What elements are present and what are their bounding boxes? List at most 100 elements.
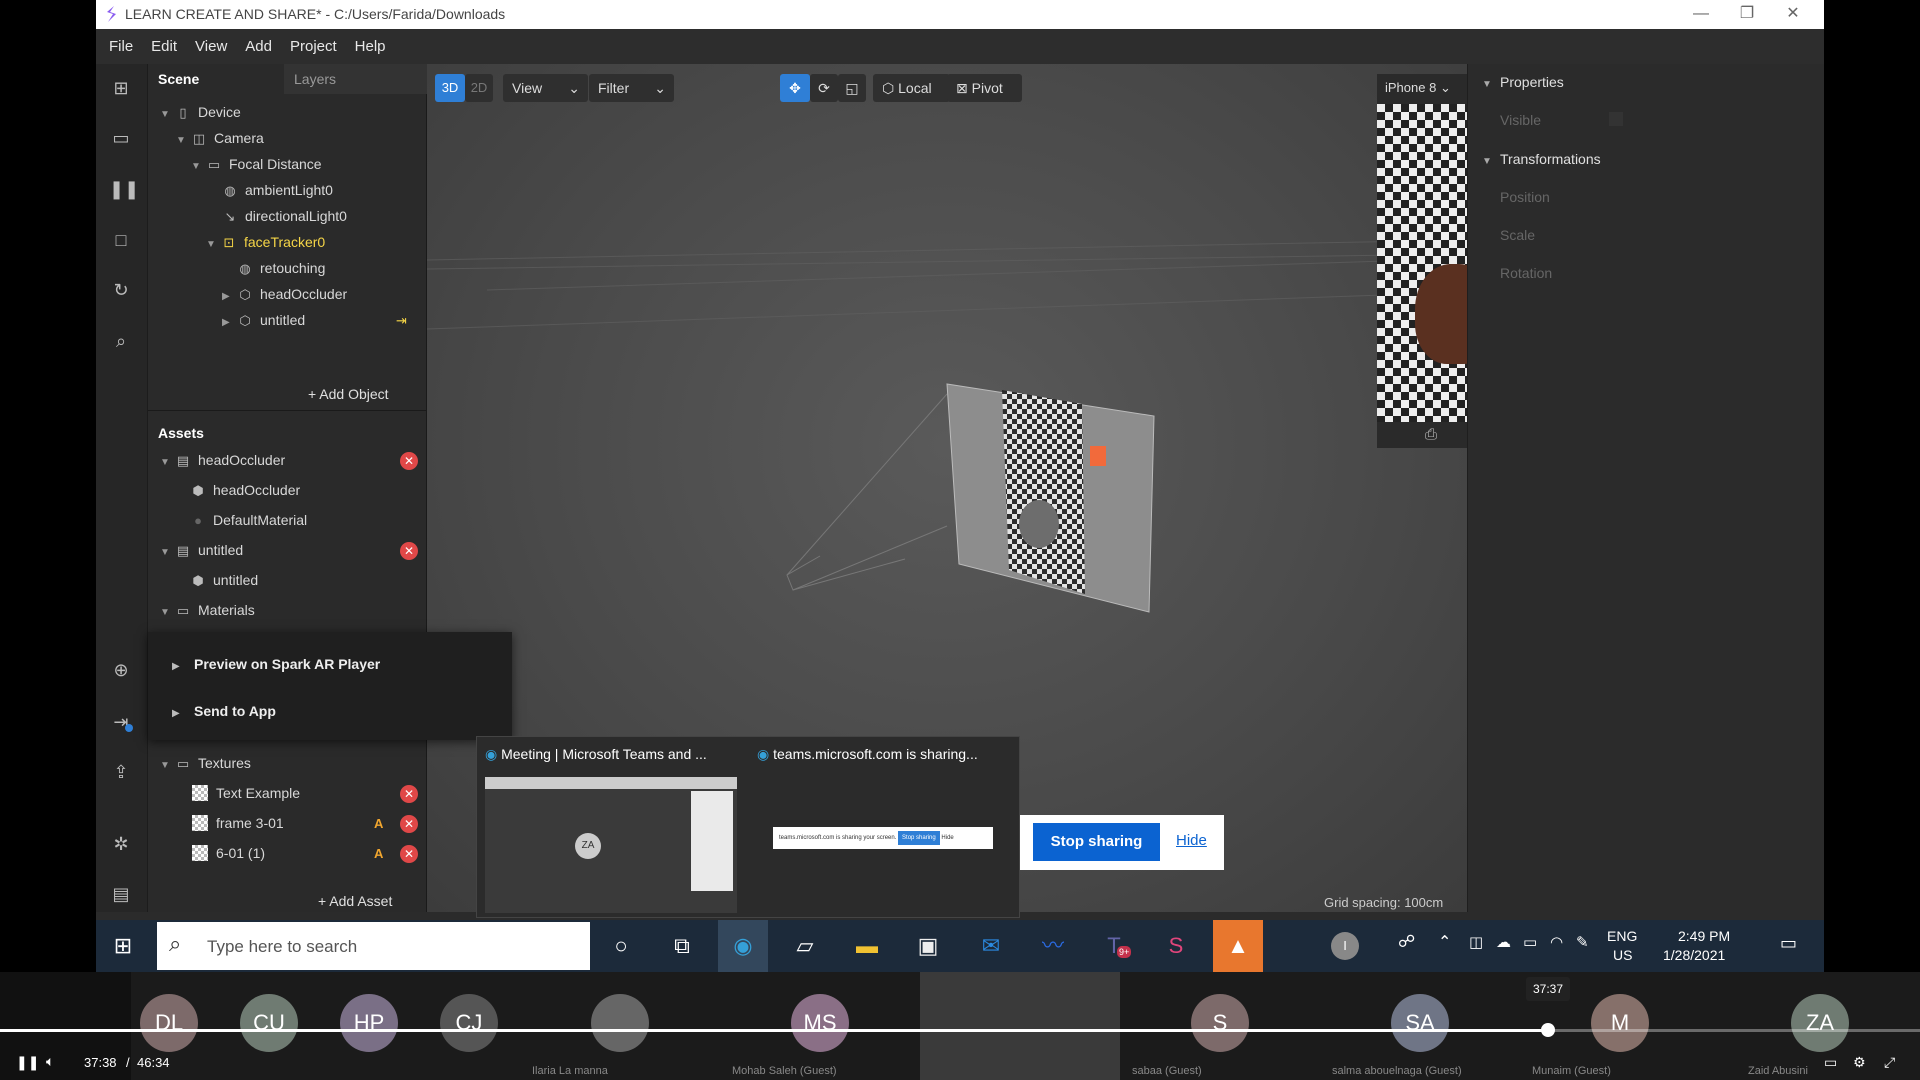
- tab-layers[interactable]: Layers: [284, 64, 437, 94]
- menu-file[interactable]: File: [100, 29, 142, 64]
- tree-item-ambient-light[interactable]: ◍ ambientLight0: [221, 177, 333, 203]
- search-icon[interactable]: ⌕: [109, 329, 133, 353]
- menu-help[interactable]: Help: [346, 29, 395, 64]
- menu-item-preview-spark-ar-player[interactable]: ▶ Preview on Spark AR Player: [172, 656, 380, 672]
- stop-icon[interactable]: □: [109, 228, 133, 252]
- tree-item-untitled[interactable]: ▶ ⬡ untitled: [222, 307, 305, 333]
- volume-icon[interactable]: 🔈︎: [46, 1053, 54, 1070]
- chevron-up-icon[interactable]: ⌃: [1438, 932, 1451, 952]
- remove-icon[interactable]: ✕: [400, 815, 418, 833]
- fullscreen-icon[interactable]: ⤢: [1884, 1054, 1895, 1071]
- mail-icon[interactable]: ✉: [966, 920, 1016, 972]
- participant-tile[interactable]: CU: [231, 972, 331, 1080]
- asset-item-untitled[interactable]: ▼ ▤ untitled: [160, 537, 243, 563]
- remove-icon[interactable]: ✕: [400, 542, 418, 560]
- minimize-icon[interactable]: —: [1678, 0, 1724, 29]
- layout-icon[interactable]: ⊞: [109, 76, 133, 100]
- tree-item-retouching[interactable]: ◍ retouching: [236, 255, 325, 281]
- windows-start-icon[interactable]: ⊞: [98, 920, 148, 972]
- close-icon[interactable]: ✕: [1770, 0, 1816, 29]
- transformations-header[interactable]: ▼ Transformations: [1482, 151, 1601, 167]
- add-asset-button[interactable]: + Add Asset: [318, 893, 392, 909]
- import-icon[interactable]: ⊕: [109, 658, 133, 682]
- settings-icon[interactable]: ⚙: [1853, 1054, 1866, 1071]
- store-icon[interactable]: ▣: [903, 920, 953, 972]
- bug-icon[interactable]: ✲: [109, 832, 133, 856]
- menu-project[interactable]: Project: [281, 29, 346, 64]
- participant-tile[interactable]: S sabaa (Guest): [1120, 972, 1320, 1080]
- thumbnail-title-sharing[interactable]: ◉ teams.microsoft.com is sharing...: [757, 746, 978, 763]
- video-progress-bar[interactable]: [0, 1023, 1920, 1037]
- onedrive-icon[interactable]: ☁: [1496, 933, 1511, 951]
- people-icon[interactable]: ☍: [1398, 932, 1415, 952]
- texture-item[interactable]: 6-01 (1): [192, 840, 265, 866]
- tree-item-face-tracker[interactable]: ▼ ⊡ faceTracker0: [206, 229, 325, 255]
- clock-time[interactable]: 2:49 PM: [1678, 928, 1730, 944]
- asset-item-textures[interactable]: ▼ ▭ Textures: [160, 750, 251, 776]
- device-selector[interactable]: iPhone 8 ⌄: [1385, 80, 1451, 96]
- stop-sharing-button[interactable]: Stop sharing: [1033, 823, 1160, 861]
- asset-item-head-occluder[interactable]: ▼ ▤ headOccluder: [160, 447, 285, 473]
- test-on-device-icon[interactable]: ⇥: [109, 710, 133, 734]
- cortana-icon[interactable]: ○: [596, 920, 646, 972]
- restart-icon[interactable]: ↻: [109, 278, 133, 302]
- menu-edit[interactable]: Edit: [142, 29, 186, 64]
- whiteboard-app-icon[interactable]: 〰: [1028, 920, 1078, 972]
- participant-tile[interactable]: SA salma abouelnaga (Guest): [1320, 972, 1520, 1080]
- region-label[interactable]: US: [1613, 947, 1632, 963]
- meet-now-icon[interactable]: ◫: [1469, 933, 1483, 951]
- participant-tile[interactable]: Ilaria La manna: [520, 972, 720, 1080]
- thumbnail-preview-teams[interactable]: ZA: [485, 777, 737, 913]
- language-label[interactable]: ENG: [1607, 928, 1637, 944]
- pen-icon[interactable]: ✎: [1576, 933, 1589, 951]
- tree-item-device[interactable]: ▼ ▯ Device: [160, 99, 241, 125]
- tree-item-camera[interactable]: ▼ ◫ Camera: [176, 125, 264, 151]
- upload-icon[interactable]: ⇪: [109, 760, 133, 784]
- thumbnail-title-teams[interactable]: ◉ Meeting | Microsoft Teams and ...: [485, 746, 707, 763]
- spark-ar-icon[interactable]: S: [1151, 920, 1201, 972]
- captions-icon[interactable]: ▭: [1824, 1054, 1837, 1071]
- pause-icon[interactable]: ❚❚: [16, 1054, 39, 1071]
- thumbnail-preview-sharing[interactable]: teams.microsoft.com is sharing your scre…: [773, 827, 993, 849]
- remove-icon[interactable]: ✕: [400, 452, 418, 470]
- pause-icon[interactable]: ❚❚: [109, 177, 139, 201]
- participant-tile[interactable]: CJ: [431, 972, 531, 1080]
- participant-tile[interactable]: HP: [331, 972, 431, 1080]
- asset-item-materials[interactable]: ▼ ▭ Materials: [160, 597, 255, 623]
- photos-icon[interactable]: ▲: [1213, 920, 1263, 972]
- teams-icon[interactable]: T 9+: [1089, 920, 1139, 972]
- menu-add[interactable]: Add: [236, 29, 281, 64]
- file-explorer-icon[interactable]: ▬: [842, 920, 892, 972]
- visible-checkbox[interactable]: [1609, 112, 1623, 126]
- video-icon[interactable]: ▭: [109, 126, 133, 150]
- notifications-icon[interactable]: ▭: [1780, 933, 1797, 954]
- docs-icon[interactable]: ▤: [109, 882, 133, 906]
- asset-item-untitled-mesh[interactable]: ⬢ untitled: [189, 567, 258, 593]
- participant-tile[interactable]: MS Mohab Saleh (Guest): [720, 972, 920, 1080]
- task-view-icon[interactable]: ⧉: [657, 920, 707, 972]
- tree-item-focal-distance[interactable]: ▼ ▭ Focal Distance: [191, 151, 322, 177]
- insert-arrow-icon[interactable]: ⇥: [396, 313, 407, 329]
- texture-item[interactable]: frame 3-01: [192, 810, 284, 836]
- wifi-icon[interactable]: ◠: [1550, 933, 1563, 951]
- tree-item-head-occluder[interactable]: ▶ ⬡ headOccluder: [222, 281, 347, 307]
- remove-icon[interactable]: ✕: [400, 785, 418, 803]
- clock-date[interactable]: 1/28/2021: [1663, 947, 1725, 963]
- scrubber-handle[interactable]: [1541, 1023, 1555, 1037]
- remove-icon[interactable]: ✕: [400, 845, 418, 863]
- add-object-button[interactable]: + Add Object: [308, 386, 389, 402]
- asset-item-default-material[interactable]: ● DefaultMaterial: [189, 507, 307, 533]
- properties-header[interactable]: ▼ Properties: [1482, 74, 1564, 90]
- participant-video-tile[interactable]: [920, 972, 1120, 1080]
- tab-scene[interactable]: Scene: [148, 64, 294, 94]
- whiteboard-icon[interactable]: ▱: [780, 920, 830, 972]
- battery-icon[interactable]: ▭: [1523, 933, 1537, 951]
- restore-icon[interactable]: ❐: [1724, 0, 1770, 29]
- menu-view[interactable]: View: [186, 29, 236, 64]
- user-avatar[interactable]: I: [1331, 932, 1359, 960]
- camera-capture-icon[interactable]: ⎙: [1425, 426, 1437, 443]
- texture-item[interactable]: Text Example: [192, 780, 300, 806]
- menu-item-send-to-app[interactable]: ▶ Send to App: [172, 703, 276, 719]
- edge-icon[interactable]: ◉: [718, 920, 768, 972]
- tree-item-directional-light[interactable]: ↘ directionalLight0: [221, 203, 347, 229]
